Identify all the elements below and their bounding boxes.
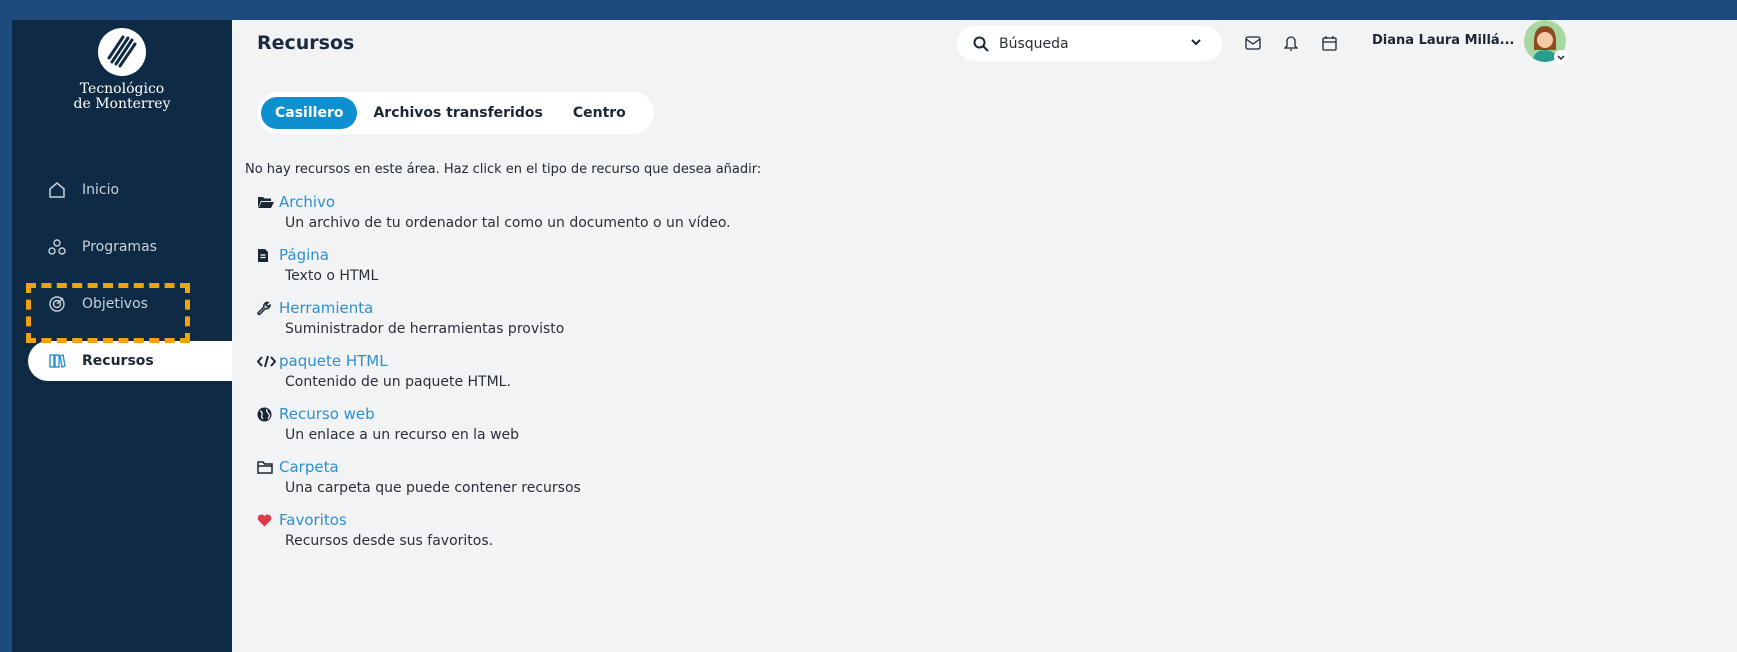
sidebar-item-objetivos[interactable]: Objetivos bbox=[12, 284, 232, 324]
user-name[interactable]: Diana Laura Millá... bbox=[1372, 33, 1515, 48]
resource-link-carpeta[interactable]: Carpeta bbox=[257, 457, 731, 477]
search-input[interactable]: Búsqueda bbox=[957, 26, 1222, 61]
sidebar-item-label: Programas bbox=[82, 239, 157, 255]
tab-centro[interactable]: Centro bbox=[559, 97, 640, 129]
resource-link-favoritos[interactable]: Favoritos bbox=[257, 510, 731, 530]
search-icon bbox=[973, 36, 989, 52]
resource-label: Archivo bbox=[279, 193, 336, 211]
resource-link-recurso-web[interactable]: Recurso web bbox=[257, 404, 731, 424]
sidebar-nav: Inicio Programas Objetivos Recursos bbox=[12, 170, 232, 398]
folder-open-icon bbox=[257, 195, 279, 209]
tec-logo-icon bbox=[98, 28, 146, 76]
folder-icon bbox=[257, 460, 279, 474]
tab-casillero[interactable]: Casillero bbox=[261, 97, 358, 129]
globe-icon bbox=[257, 407, 279, 422]
target-icon bbox=[46, 293, 68, 315]
sidebar-item-label: Inicio bbox=[82, 182, 120, 198]
chevron-down-icon[interactable] bbox=[1190, 36, 1202, 48]
resource-label: Favoritos bbox=[279, 511, 347, 529]
code-icon bbox=[257, 355, 279, 368]
logo-line-2: de Monterrey bbox=[73, 96, 171, 112]
main-content: Recursos Búsqueda Diana Laura Millá... C… bbox=[232, 20, 1737, 652]
resource-description: Contenido de un paquete HTML. bbox=[285, 374, 511, 390]
empty-state-message: No hay recursos en este área. Haz click … bbox=[245, 162, 762, 177]
resource-label: paquete HTML bbox=[279, 352, 388, 370]
logo-line-1: Tecnológico bbox=[79, 81, 165, 97]
user-menu-chevron-icon[interactable] bbox=[1554, 50, 1568, 64]
resource-description: Una carpeta que puede contener recursos bbox=[285, 480, 581, 496]
list-item: paquete HTML Contenido de un paquete HTM… bbox=[257, 351, 731, 393]
file-text-icon bbox=[257, 248, 279, 263]
bell-icon[interactable] bbox=[1280, 32, 1302, 54]
resource-description: Texto o HTML bbox=[285, 268, 379, 284]
resource-link-paquete-html[interactable]: paquete HTML bbox=[257, 351, 731, 371]
list-item: Archivo Un archivo de tu ordenador tal c… bbox=[257, 192, 731, 234]
programs-icon bbox=[46, 236, 68, 258]
app-window: Tecnológico de Monterrey Inicio Programa… bbox=[12, 20, 1737, 652]
list-item: Favoritos Recursos desde sus favoritos. bbox=[257, 510, 731, 552]
resource-type-list: Archivo Un archivo de tu ordenador tal c… bbox=[257, 192, 731, 563]
sidebar-item-recursos[interactable]: Recursos bbox=[28, 341, 232, 381]
tab-archivos-transferidos[interactable]: Archivos transferidos bbox=[359, 97, 556, 129]
sidebar: Tecnológico de Monterrey Inicio Programa… bbox=[12, 20, 232, 652]
resource-link-archivo[interactable]: Archivo bbox=[257, 192, 731, 212]
resource-description: Un archivo de tu ordenador tal como un d… bbox=[285, 215, 731, 231]
list-item: Página Texto o HTML bbox=[257, 245, 731, 287]
list-item: Recurso web Un enlace a un recurso en la… bbox=[257, 404, 731, 446]
home-icon bbox=[46, 179, 68, 201]
list-item: Carpeta Una carpeta que puede contener r… bbox=[257, 457, 731, 499]
resource-label: Herramienta bbox=[279, 299, 374, 317]
sidebar-item-label: Recursos bbox=[82, 353, 154, 369]
header-icons bbox=[1242, 32, 1356, 54]
resource-description: Un enlace a un recurso en la web bbox=[285, 427, 520, 443]
resource-link-herramienta[interactable]: Herramienta bbox=[257, 298, 731, 318]
page-title: Recursos bbox=[257, 32, 355, 54]
calendar-icon[interactable] bbox=[1318, 32, 1340, 54]
search-placeholder: Búsqueda bbox=[999, 35, 1069, 52]
sidebar-item-label: Objetivos bbox=[82, 296, 148, 312]
mail-icon[interactable] bbox=[1242, 32, 1264, 54]
sidebar-item-inicio[interactable]: Inicio bbox=[12, 170, 232, 210]
list-item: Herramienta Suministrador de herramienta… bbox=[257, 298, 731, 340]
books-icon bbox=[46, 350, 68, 372]
logo[interactable]: Tecnológico de Monterrey bbox=[12, 28, 232, 112]
resource-label: Página bbox=[279, 246, 329, 264]
resource-label: Carpeta bbox=[279, 458, 339, 476]
resource-label: Recurso web bbox=[279, 405, 375, 423]
tab-bar: Casillero Archivos transferidos Centro bbox=[257, 92, 654, 134]
sidebar-item-programas[interactable]: Programas bbox=[12, 227, 232, 267]
resource-link-pagina[interactable]: Página bbox=[257, 245, 731, 265]
wrench-icon bbox=[257, 301, 279, 316]
heart-icon bbox=[257, 514, 279, 527]
resource-description: Recursos desde sus favoritos. bbox=[285, 533, 494, 549]
resource-description: Suministrador de herramientas provisto bbox=[285, 321, 565, 337]
